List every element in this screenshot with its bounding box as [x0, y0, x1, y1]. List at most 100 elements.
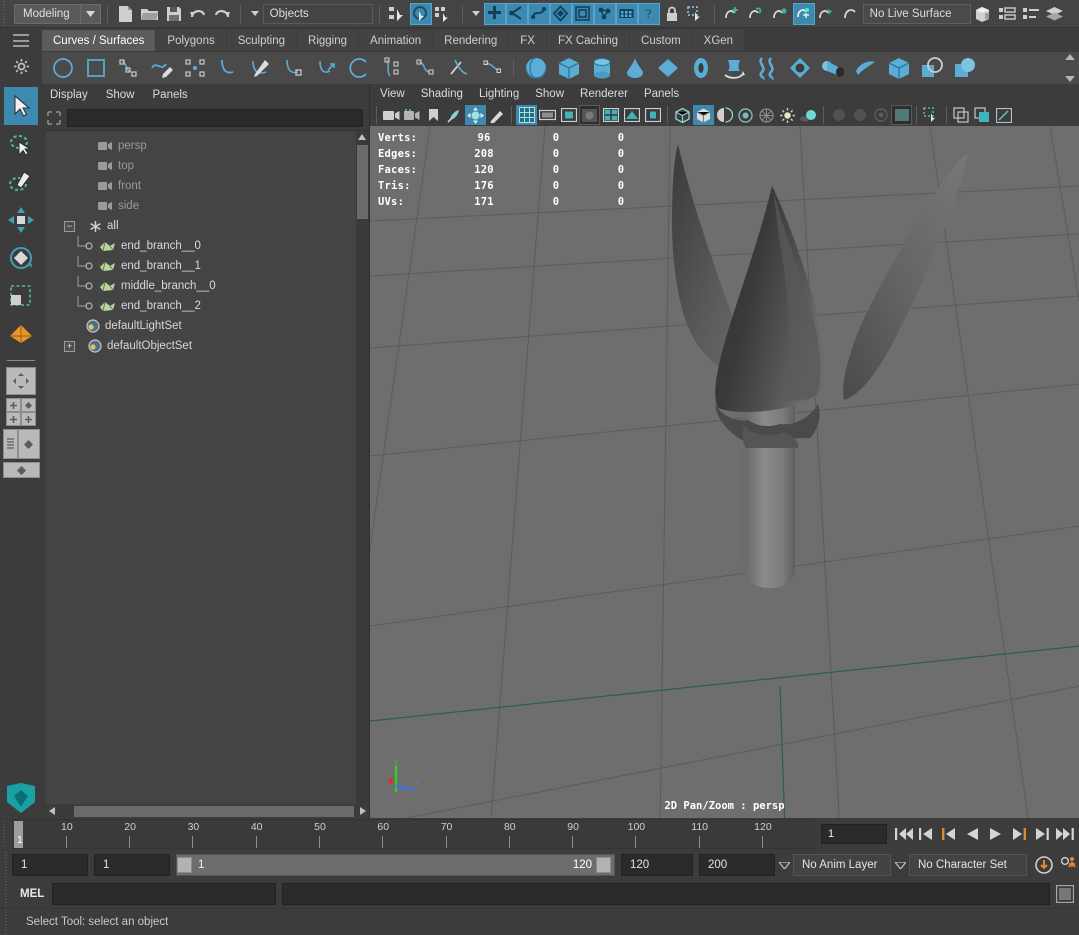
select-camera-icon[interactable] — [381, 105, 402, 125]
shelf-tab-custom[interactable]: Custom — [630, 30, 692, 51]
step-back-keyframe-icon[interactable] — [916, 823, 937, 845]
smooth-shade-all-icon[interactable] — [693, 105, 714, 125]
rebuild-curve-icon[interactable] — [409, 53, 442, 84]
loft-icon[interactable] — [750, 53, 783, 84]
toolbar-grip[interactable] — [0, 0, 10, 27]
anim-layer-chevron-icon[interactable] — [775, 861, 793, 869]
range-right-handle[interactable] — [596, 857, 611, 873]
perspective-viewport[interactable]: Verts: 96 0 0 Edges: 208 0 0 Faces: 120 … — [370, 126, 1079, 818]
bezier-curve-icon[interactable] — [178, 53, 211, 84]
outliner-menu-display[interactable]: Display — [50, 89, 88, 101]
scroll-right-arrow-icon[interactable] — [360, 807, 366, 815]
command-language-label[interactable]: MEL — [12, 888, 52, 900]
shelf-tab-fx-caching[interactable]: FX Caching — [546, 30, 630, 51]
viewport-menu-view[interactable]: View — [380, 88, 405, 100]
outliner-search-input[interactable] — [67, 109, 363, 127]
open-scene-icon[interactable] — [138, 3, 162, 25]
extrude-icon[interactable] — [816, 53, 849, 84]
auto-keyframe-toggle-icon[interactable] — [1033, 854, 1054, 876]
soft-modification-tool-icon[interactable] — [4, 315, 38, 353]
play-backwards-icon[interactable] — [962, 823, 983, 845]
lock-selection-icon[interactable] — [660, 3, 684, 25]
xray-icon[interactable] — [600, 105, 621, 125]
layout-two-pane-side-icon[interactable] — [6, 398, 21, 412]
scroll-left-arrow-icon[interactable] — [49, 807, 55, 815]
attach-curve-icon[interactable] — [475, 53, 508, 84]
layout-persp-only-icon[interactable] — [17, 429, 40, 459]
copy-view-icon[interactable] — [951, 105, 972, 125]
live-surface-field[interactable]: No Live Surface — [862, 3, 971, 24]
shelf-options-gear-icon[interactable] — [13, 58, 30, 75]
outliner-item-default-object-set[interactable]: + defaultObjectSet — [46, 336, 369, 356]
grease-pencil-icon[interactable] — [486, 105, 507, 125]
select-handles-film-icon[interactable] — [615, 2, 638, 25]
textured-icon[interactable] — [756, 105, 777, 125]
nurbs-square-icon[interactable] — [79, 53, 112, 84]
playback-end-time-field[interactable]: 120 — [621, 854, 693, 876]
resolution-gate-icon[interactable] — [558, 105, 579, 125]
image-plane-icon[interactable] — [444, 105, 465, 125]
offset-curve-icon[interactable] — [376, 53, 409, 84]
planar-icon[interactable] — [783, 53, 816, 84]
layout-single-pane-icon[interactable] — [6, 367, 36, 395]
snap-live-icon[interactable] — [839, 3, 863, 25]
layout-outliner-persp-icon[interactable] — [2, 429, 18, 459]
screen-space-ao-icon[interactable] — [828, 105, 849, 125]
use-all-lights-icon[interactable] — [777, 105, 798, 125]
selection-mode-field[interactable]: Objects — [262, 3, 373, 24]
select-pivots-icon[interactable] — [593, 2, 616, 25]
viewport-menu-panels[interactable]: Panels — [644, 88, 679, 100]
select-points-icon[interactable] — [505, 2, 528, 25]
outliner-horizontal-scrollbar[interactable] — [46, 804, 369, 818]
character-set-chevron-icon[interactable] — [891, 861, 909, 869]
outliner-menu-show[interactable]: Show — [106, 89, 135, 101]
shelf-tab-rendering[interactable]: Rendering — [433, 30, 509, 51]
step-back-frame-icon[interactable] — [939, 823, 960, 845]
command-result-field[interactable] — [282, 883, 1050, 905]
shade-wireframe-icon[interactable] — [714, 105, 735, 125]
xray-joints-icon[interactable] — [621, 105, 642, 125]
go-to-start-icon[interactable] — [893, 823, 914, 845]
paint-select-tool-icon[interactable] — [4, 163, 38, 201]
select-by-hierarchy-icon[interactable] — [386, 3, 410, 25]
pencil-curve-icon[interactable] — [145, 53, 178, 84]
outliner-item-top[interactable]: top — [46, 156, 369, 176]
attribute-editor-toggle-icon[interactable] — [995, 3, 1019, 25]
shelf-tab-curves-surfaces[interactable]: Curves / Surfaces — [42, 30, 156, 51]
outliner-item-end-branch-2[interactable]: end_branch__2 — [46, 296, 369, 316]
shelf-tab-sculpting[interactable]: Sculpting — [226, 30, 297, 51]
new-scene-icon[interactable] — [114, 3, 138, 25]
character-set-field[interactable]: No Character Set — [909, 854, 1027, 876]
select-misc-icon[interactable]: ? — [637, 2, 660, 25]
range-slider-bar[interactable]: 1 120 — [176, 854, 615, 876]
select-lines-icon[interactable] — [527, 2, 550, 25]
expand-expander-icon[interactable]: + — [64, 340, 75, 352]
anim-end-time-field[interactable]: 200 — [699, 854, 775, 876]
viewport-menu-renderer[interactable]: Renderer — [580, 88, 628, 100]
shadows-icon[interactable] — [798, 105, 819, 125]
anim-start-time-field[interactable]: 1 — [12, 854, 88, 876]
hscroll-thumb[interactable] — [74, 805, 354, 817]
outliner-menu-panels[interactable]: Panels — [153, 89, 188, 101]
multisample-aa-icon[interactable] — [870, 105, 891, 125]
selection-mode-chevron-icon[interactable] — [247, 3, 263, 25]
scale-tool-icon[interactable] — [4, 277, 38, 315]
redo-icon[interactable] — [210, 3, 234, 25]
curve-fillet-icon[interactable] — [442, 53, 475, 84]
layout-row-1[interactable] — [2, 429, 40, 459]
curve-cut-icon[interactable] — [244, 53, 277, 84]
depth-of-field-icon[interactable] — [891, 105, 912, 125]
birail-icon[interactable] — [849, 53, 882, 84]
outliner-item-all[interactable]: − all — [46, 216, 369, 236]
select-by-object-type-icon[interactable] — [409, 2, 432, 25]
outliner-filter-icon[interactable] — [46, 110, 62, 126]
command-input-field[interactable] — [52, 883, 277, 905]
shelf-tab-animation[interactable]: Animation — [359, 30, 433, 51]
collapse-expander-icon[interactable]: − — [64, 220, 75, 232]
menu-set-selector[interactable]: Modeling — [14, 3, 101, 24]
intersect-icon[interactable] — [915, 53, 948, 84]
curve-arc-icon[interactable] — [211, 53, 244, 84]
view-settings-icon[interactable] — [993, 105, 1014, 125]
play-forwards-icon[interactable] — [985, 823, 1006, 845]
snap-to-view-plane-icon[interactable] — [815, 3, 839, 25]
